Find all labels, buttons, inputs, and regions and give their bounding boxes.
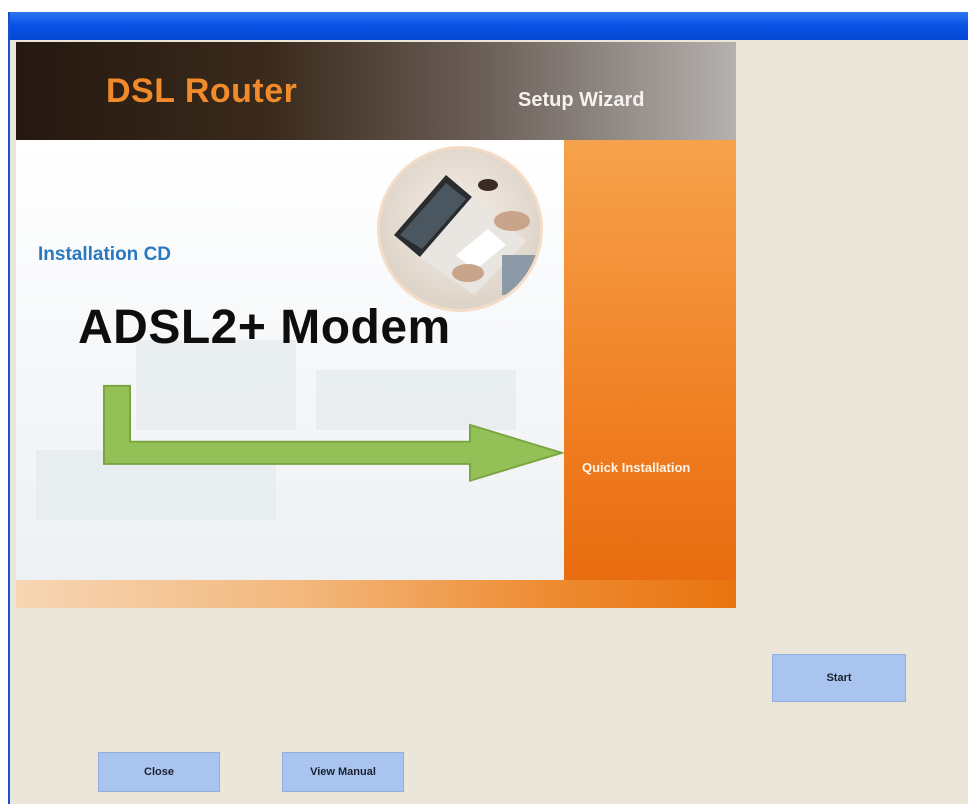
close-button[interactable]: Close (98, 752, 220, 792)
brand-title: DSL Router (106, 72, 298, 110)
wizard-subtitle: Setup Wizard (518, 89, 645, 111)
hero-image-area: Installation CD ADSL2+ Modem (16, 140, 566, 580)
title-bar[interactable] (10, 12, 968, 40)
hero-panel: Installation CD ADSL2+ Modem Quick Insta… (16, 140, 736, 608)
laptop-photo (377, 146, 543, 312)
setup-window: DSL Router Setup Wizard Installation CD … (8, 12, 968, 804)
hero-footer-strip (16, 580, 736, 608)
start-button[interactable]: Start (772, 654, 906, 702)
installation-cd-label: Installation CD (38, 244, 172, 265)
quick-installation-link[interactable]: Quick Installation (582, 460, 690, 475)
view-manual-button[interactable]: View Manual (282, 752, 404, 792)
header-banner: DSL Router Setup Wizard (16, 42, 736, 140)
right-arrow-icon (103, 384, 566, 483)
